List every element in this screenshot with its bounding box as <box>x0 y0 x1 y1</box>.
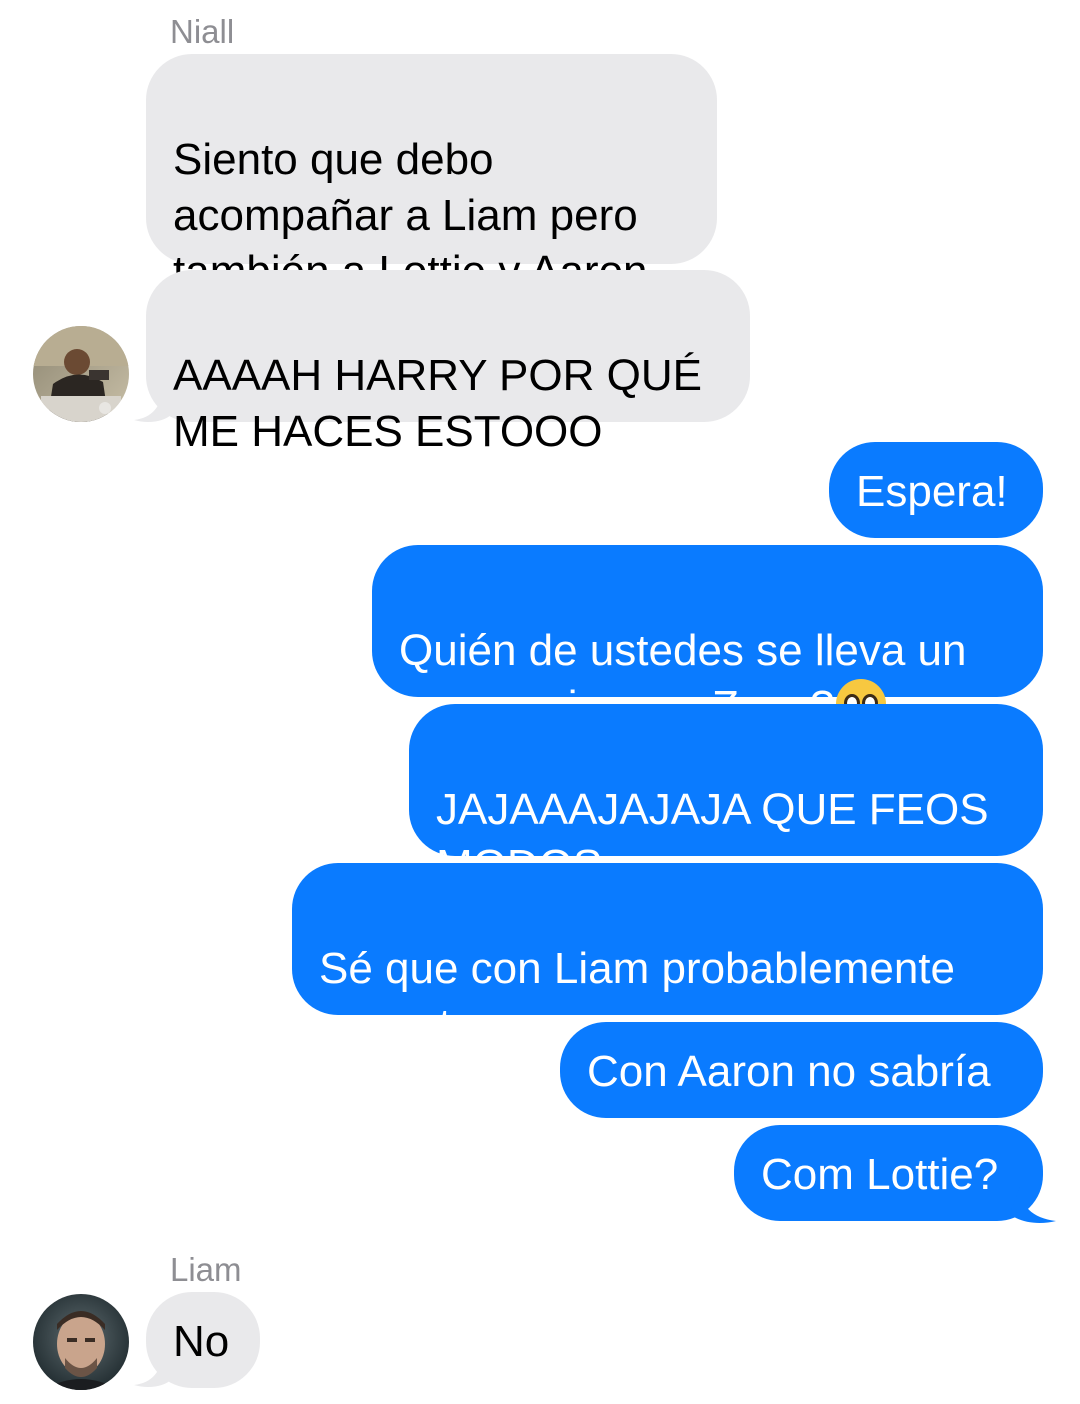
bubble-tail <box>1010 1186 1056 1223</box>
incoming-message[interactable]: AAAAH HARRY POR QUÉ ME HACES ESTOOO <box>146 270 750 456</box>
niall-avatar[interactable] <box>33 326 129 422</box>
message-text: Con Aaron no sabría <box>587 1047 991 1096</box>
incoming-message[interactable]: Siento que debo acompañar a Liam pero ta… <box>146 54 717 296</box>
outgoing-message[interactable]: Espera! <box>829 442 1043 538</box>
liam-avatar[interactable] <box>33 1294 129 1390</box>
avatar-photo <box>33 1294 129 1390</box>
outgoing-message[interactable]: JAJAAAJAJAJA QUE FEOS MODOS <box>409 704 1043 890</box>
message-text: Com Lottie? <box>761 1150 999 1199</box>
bubble-tail <box>134 1353 172 1387</box>
message-text: No <box>173 1317 230 1366</box>
outgoing-message[interactable]: Sé que con Liam probablemente se maten <box>292 863 1043 1049</box>
avatar-photo <box>33 326 129 422</box>
outgoing-message[interactable]: Quién de ustedes se lleva un poco mejor … <box>372 545 1043 731</box>
sender-name: Liam <box>170 1251 242 1288</box>
message-text: AAAAH HARRY POR QUÉ ME HACES ESTOOO <box>173 351 702 456</box>
bubble-tail <box>134 388 172 422</box>
outgoing-message[interactable]: Con Aaron no sabría <box>560 1022 1043 1118</box>
outgoing-message[interactable]: Com Lottie? <box>734 1125 1043 1221</box>
sender-name: Niall <box>170 13 235 50</box>
message-text: Espera! <box>856 467 1008 516</box>
